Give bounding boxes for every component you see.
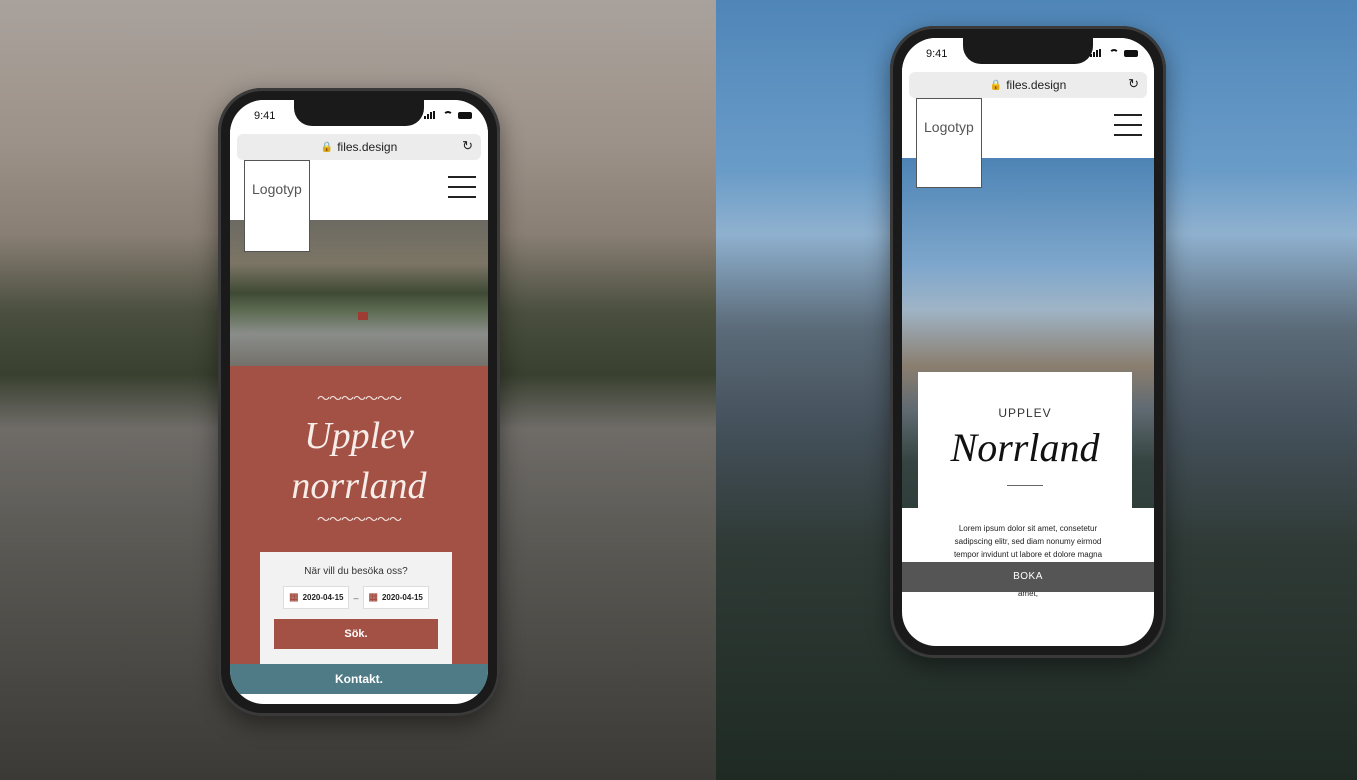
booking-form: När vill du besöka oss? ▦ 2020-04-15 – ▦… — [260, 552, 452, 664]
status-time: 9:41 — [926, 48, 948, 60]
address-bar[interactable]: 🔒 files.design ↻ — [237, 134, 481, 160]
booking-question: När vill du besöka oss? — [304, 566, 408, 577]
status-time: 9:41 — [254, 110, 276, 122]
wifi-icon — [1109, 49, 1119, 57]
date-to-field[interactable]: ▦ 2020-04-15 — [362, 586, 429, 609]
hero-image: UPPLEV Norrland Lorem ipsum dolor sit am… — [902, 158, 1154, 598]
wifi-icon — [443, 111, 453, 119]
calendar-icon: ▦ — [289, 592, 299, 603]
address-bar[interactable]: 🔒 files.design ↻ — [909, 72, 1147, 98]
signal-icon — [424, 111, 438, 119]
phone-notch — [294, 100, 424, 126]
date-from-field[interactable]: ▦ 2020-04-15 — [283, 586, 350, 609]
card-pretitle: UPPLEV — [998, 406, 1052, 420]
url-text: files.design — [1006, 78, 1067, 92]
phone-screen: 9:41 🔒 files.design ↻ Logotyp UPPLEV Nor… — [902, 38, 1154, 646]
lock-icon: 🔒 — [989, 79, 1003, 91]
hamburger-menu-icon[interactable] — [1114, 114, 1142, 136]
logo[interactable]: Logotyp — [916, 98, 982, 188]
site-header: Logotyp — [902, 98, 1154, 188]
battery-icon — [458, 111, 472, 119]
calendar-icon: ▦ — [368, 592, 378, 603]
site-header: Logotyp — [230, 160, 488, 252]
card-title: Norrland — [950, 425, 1100, 470]
phone-notch — [963, 38, 1093, 64]
date-separator: – — [353, 592, 359, 603]
red-cabin — [358, 312, 368, 320]
phone-mockup-left: 9:41 🔒 files.design ↻ Logotyp 〜〜〜〜〜〜〜 Up… — [218, 88, 500, 716]
hero-card: UPPLEV Norrland — [918, 372, 1132, 508]
phone-mockup-right: 9:41 🔒 files.design ↻ Logotyp UPPLEV Nor… — [890, 26, 1166, 658]
hero-panel: 〜〜〜〜〜〜〜 Upplev norrland 〜〜〜〜〜〜〜 När vill… — [230, 366, 488, 664]
wave-divider-bottom: 〜〜〜〜〜〜〜 — [316, 513, 402, 528]
lock-icon: 🔒 — [320, 141, 334, 153]
reload-icon[interactable]: ↻ — [1128, 76, 1139, 92]
url-text: files.design — [337, 140, 398, 154]
logo[interactable]: Logotyp — [244, 160, 310, 252]
book-button[interactable]: BOKA — [902, 562, 1154, 592]
reload-icon[interactable]: ↻ — [462, 138, 473, 154]
card-divider — [1007, 485, 1043, 486]
hamburger-menu-icon[interactable] — [448, 176, 476, 198]
battery-icon — [1124, 49, 1138, 57]
date-range: ▦ 2020-04-15 – ▦ 2020-04-15 — [260, 586, 452, 609]
wave-divider-top: 〜〜〜〜〜〜〜 — [316, 392, 402, 407]
search-button[interactable]: Sök. — [274, 619, 438, 649]
contact-button[interactable]: Kontakt. — [230, 664, 488, 694]
phone-screen: 9:41 🔒 files.design ↻ Logotyp 〜〜〜〜〜〜〜 Up… — [230, 100, 488, 704]
hero-title: Upplev norrland — [291, 415, 427, 507]
